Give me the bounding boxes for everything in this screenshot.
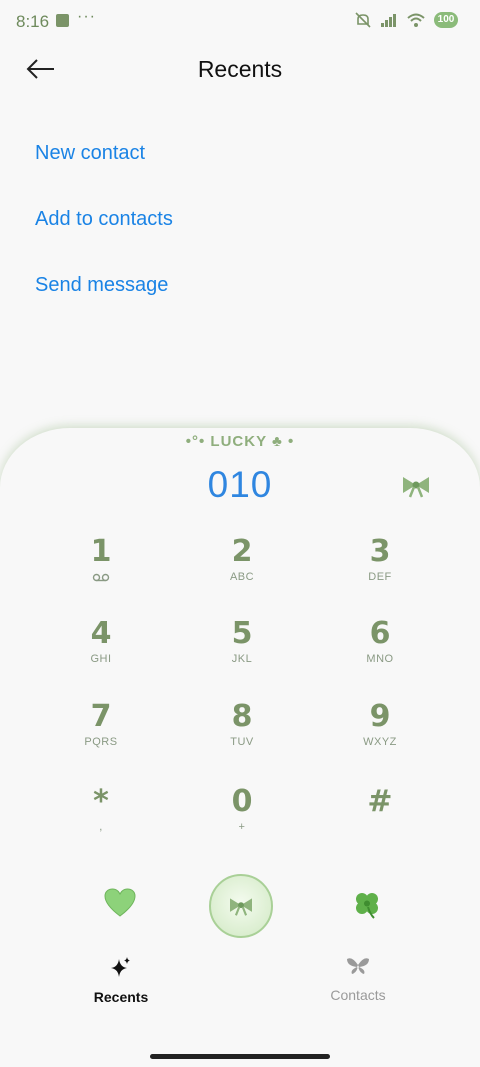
sparkle-icon — [111, 957, 130, 977]
key-9[interactable]: 9 WXYZ — [320, 699, 440, 769]
key-2[interactable]: 2 ABC — [182, 534, 302, 604]
key-0[interactable]: 0 + — [182, 784, 302, 854]
key-6[interactable]: 6 MNO — [320, 616, 440, 686]
key-7[interactable]: 7 PQRS — [41, 699, 161, 769]
key-4[interactable]: 4 GHI — [41, 616, 161, 686]
key-3[interactable]: 3 DEF — [320, 534, 440, 604]
wifi-icon — [407, 13, 425, 27]
battery-indicator: 100 — [434, 12, 458, 28]
notification-icon — [56, 14, 69, 27]
status-bar: 8:16 ··· 100 — [0, 0, 480, 44]
home-indicator[interactable] — [150, 1054, 330, 1059]
voicemail-icon — [92, 573, 110, 582]
key-5[interactable]: 5 JKL — [182, 616, 302, 686]
more-notifications-icon: ··· — [77, 8, 96, 25]
butterfly-icon — [347, 958, 369, 974]
tab-recents[interactable]: Recents — [61, 956, 181, 1005]
signal-icon — [381, 14, 396, 27]
call-button[interactable] — [209, 874, 273, 938]
key-8[interactable]: 8 TUV — [182, 699, 302, 769]
theme-label: •°• LUCKY ♣ • — [185, 433, 295, 450]
heart-icon[interactable] — [104, 888, 136, 918]
page-title: Recents — [197, 56, 283, 82]
key-hash[interactable]: # — [320, 784, 440, 854]
tab-contacts[interactable]: Contacts — [298, 956, 418, 1003]
key-1[interactable]: 1 — [41, 534, 161, 604]
clover-small-icon: ♣ • — [266, 433, 295, 450]
decor-dots-icon: •°• — [185, 433, 211, 450]
send-message-link[interactable]: Send message — [35, 274, 168, 297]
status-time: 8:16 — [16, 12, 50, 31]
mute-icon — [355, 12, 371, 28]
new-contact-link[interactable]: New contact — [35, 142, 145, 165]
bow-call-icon — [230, 898, 252, 916]
add-to-contacts-link[interactable]: Add to contacts — [35, 208, 173, 231]
key-star[interactable]: * , — [41, 784, 161, 854]
clover-icon[interactable] — [352, 889, 382, 919]
bow-icon[interactable] — [400, 473, 432, 499]
